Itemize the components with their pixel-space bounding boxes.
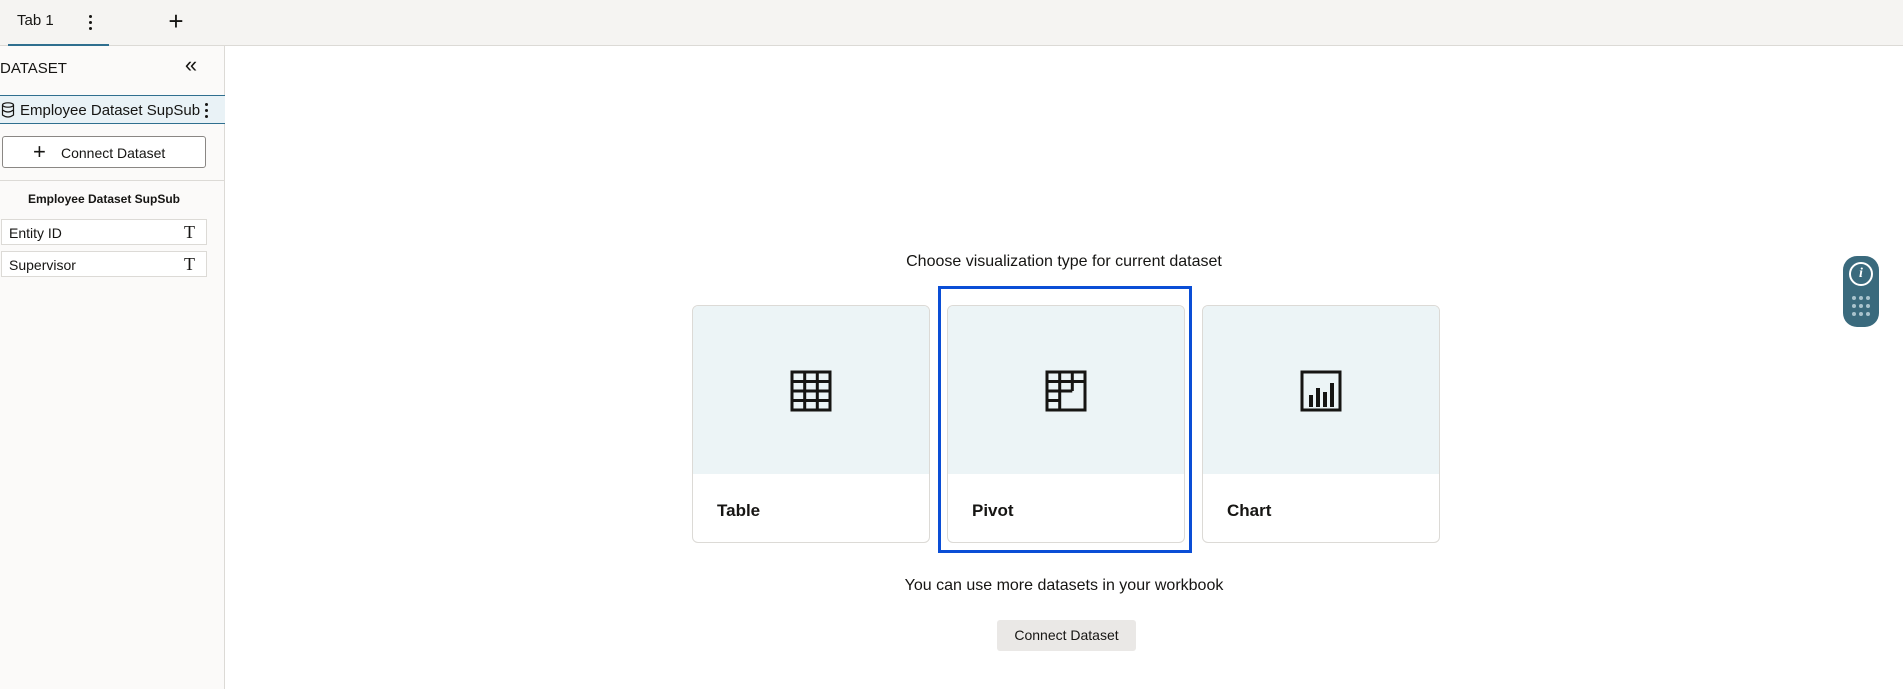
sidebar-divider: [0, 180, 225, 181]
card-preview: [1203, 306, 1439, 474]
help-widget[interactable]: i: [1843, 256, 1879, 327]
database-icon: [1, 102, 15, 118]
table-card[interactable]: Table: [692, 305, 930, 543]
selection-highlight: [938, 286, 1192, 553]
connect-dataset-button[interactable]: + Connect Dataset: [2, 136, 206, 168]
card-preview: [693, 306, 929, 474]
field-item-entity-id[interactable]: Entity ID T: [1, 219, 207, 245]
chart-card[interactable]: Chart: [1202, 305, 1440, 543]
text-type-icon: T: [184, 222, 195, 242]
tab-bar: Tab 1 +: [0, 0, 1903, 47]
field-label: Entity ID: [9, 225, 62, 241]
collapse-sidebar-icon[interactable]: «: [181, 54, 201, 76]
field-label: Supervisor: [9, 257, 76, 273]
plus-icon: +: [33, 139, 46, 164]
table-grid-icon: [790, 370, 832, 412]
card-label: Table: [717, 501, 761, 520]
sidebar-header: DATASET: [0, 60, 67, 77]
visualization-prompt: Choose visualization type for current da…: [906, 253, 1222, 270]
dataset-menu-icon[interactable]: [197, 99, 215, 121]
info-icon[interactable]: i: [1849, 262, 1873, 286]
tab-menu-icon[interactable]: [80, 11, 100, 33]
add-tab-button[interactable]: +: [163, 8, 189, 34]
tab-label: Tab 1: [17, 12, 54, 29]
dataset-name-heading: Employee Dataset SupSub: [27, 192, 181, 206]
dataset-item[interactable]: Employee Dataset SupSub: [0, 95, 225, 124]
card-label: Chart: [1227, 501, 1272, 520]
tab-1[interactable]: Tab 1: [8, 0, 109, 47]
dataset-item-label: Employee Dataset SupSub: [20, 102, 201, 119]
dataset-sidebar: DATASET « Employee Dataset SupSub + Conn…: [0, 46, 225, 689]
app-grid-icon[interactable]: [1852, 293, 1870, 319]
connect-dataset-label: Connect Dataset: [61, 145, 166, 161]
text-type-icon: T: [184, 254, 195, 274]
more-datasets-text: You can use more datasets in your workbo…: [904, 577, 1224, 594]
connect-dataset-main-button[interactable]: Connect Dataset: [997, 620, 1136, 651]
bar-chart-icon: [1300, 370, 1342, 412]
field-item-supervisor[interactable]: Supervisor T: [1, 251, 207, 277]
